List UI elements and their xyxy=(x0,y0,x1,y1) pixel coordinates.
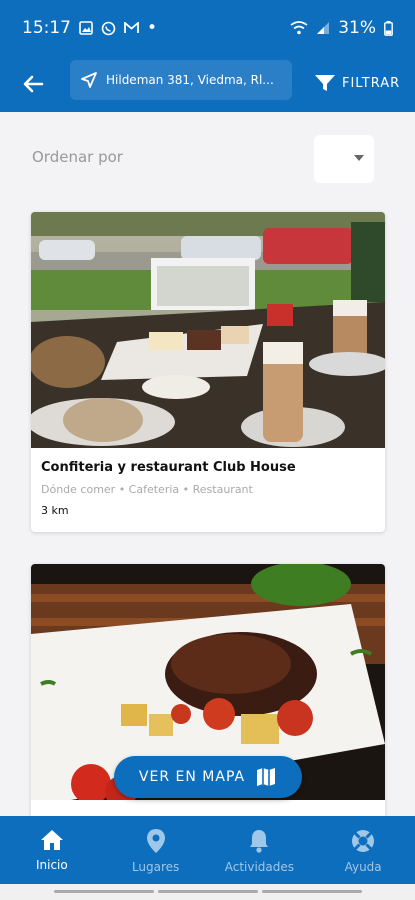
view-on-map-button[interactable]: VER EN MAPA xyxy=(114,756,302,798)
place-card[interactable]: Confiteria y restaurant Club House Dónde… xyxy=(31,212,385,532)
gesture-segment xyxy=(262,890,362,893)
place-photo xyxy=(31,212,385,448)
nav-item-inicio[interactable]: Inicio xyxy=(0,816,104,884)
app-bar: Hildeman 381, Viedma, Rl... FILTRAR xyxy=(0,56,415,112)
gallery-icon xyxy=(79,21,93,35)
status-left: 15:17 • xyxy=(22,18,157,38)
map-icon xyxy=(257,768,276,786)
nav-label: Inicio xyxy=(35,858,68,872)
sort-row: Ordenar por xyxy=(32,135,377,185)
status-time: 15:17 xyxy=(22,18,71,38)
nav-item-lugares[interactable]: Lugares xyxy=(104,816,208,884)
battery-icon xyxy=(384,20,393,36)
place-distance: 3 km xyxy=(41,504,69,517)
location-selector[interactable]: Hildeman 381, Viedma, Rl... xyxy=(70,60,292,100)
nav-label: Actividades xyxy=(224,860,295,874)
location-pin-icon xyxy=(146,829,165,853)
nav-item-ayuda[interactable]: Ayuda xyxy=(311,816,415,884)
place-title: Confiteria y restaurant Club House xyxy=(41,460,296,475)
filter-button[interactable]: FILTRAR xyxy=(314,68,400,98)
lifebuoy-icon xyxy=(352,830,375,852)
arrow-left-icon xyxy=(23,75,44,93)
chevron-down-icon xyxy=(354,155,364,161)
sort-label: Ordenar por xyxy=(32,148,123,166)
back-button[interactable] xyxy=(20,70,48,98)
gmail-icon xyxy=(124,22,139,34)
filter-funnel-icon xyxy=(315,75,335,91)
signal-icon xyxy=(316,21,330,35)
place-categories: Dónde comer • Cafeteria • Restaurant xyxy=(41,483,253,496)
bell-icon xyxy=(250,830,269,853)
filter-label: FILTRAR xyxy=(342,75,401,91)
wifi-icon xyxy=(290,21,308,35)
status-dot: • xyxy=(147,18,158,38)
sort-dropdown[interactable] xyxy=(314,135,374,183)
status-bar: 15:17 • 31% xyxy=(0,0,415,56)
whatsapp-icon xyxy=(101,21,116,36)
home-icon xyxy=(40,830,63,850)
system-gesture-bar xyxy=(0,884,415,900)
nav-item-actividades[interactable]: Actividades xyxy=(208,816,312,884)
bottom-navigation: Inicio Lugares Actividades Ayuda xyxy=(0,816,415,884)
battery-percent: 31% xyxy=(338,18,376,38)
gesture-segment xyxy=(54,890,154,893)
nav-label: Lugares xyxy=(131,860,180,874)
navigation-arrow-icon xyxy=(81,72,97,88)
status-right: 31% xyxy=(290,18,393,38)
location-text: Hildeman 381, Viedma, Rl... xyxy=(106,73,274,87)
nav-label: Ayuda xyxy=(344,860,382,874)
view-on-map-label: VER EN MAPA xyxy=(138,769,246,785)
gesture-segment xyxy=(158,890,258,893)
